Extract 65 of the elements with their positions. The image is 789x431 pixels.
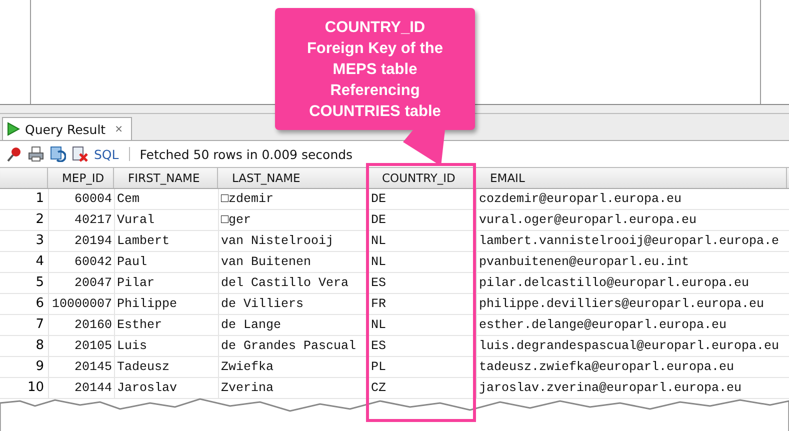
table-cell: esther.delange@europarl.europa.eu <box>476 315 787 335</box>
table-cell: Cem <box>114 189 218 209</box>
table-cell: 20144 <box>48 378 114 398</box>
table-cell: 20047 <box>48 273 114 293</box>
table-cell: Paul <box>114 252 218 272</box>
table-cell: DE <box>368 189 476 209</box>
refresh-icon[interactable] <box>50 146 66 162</box>
table-cell: ES <box>368 273 476 293</box>
table-cell: vural.oger@europarl.europa.eu <box>476 210 787 230</box>
table-cell: FR <box>368 294 476 314</box>
table-cell: jaroslav.zverina@europarl.europa.eu <box>476 378 787 398</box>
table-cell: Esther <box>114 315 218 335</box>
delete-icon[interactable] <box>72 146 88 162</box>
table-cell: ES <box>368 336 476 356</box>
table-cell: Vural <box>114 210 218 230</box>
table-cell: Zwiefka <box>218 357 368 377</box>
table-cell: 20194 <box>48 231 114 251</box>
table-cell: van Buitenen <box>218 252 368 272</box>
table-cell: cozdemir@europarl.europa.eu <box>476 189 787 209</box>
table-cell: de Lange <box>218 315 368 335</box>
pin-icon[interactable] <box>6 146 22 162</box>
table-cell: □zdemir <box>218 189 368 209</box>
table-cell: de Villiers <box>218 294 368 314</box>
table-cell: NL <box>368 231 476 251</box>
table-cell: de Grandes Pascual <box>218 336 368 356</box>
table-cell: Zverina <box>218 378 368 398</box>
table-cell: tadeusz.zwiefka@europarl.europa.eu <box>476 357 787 377</box>
table-cell: 10000007 <box>48 294 114 314</box>
table-cell: pvanbuitenen@europarl.eu.int <box>476 252 787 272</box>
table-cell: luis.degrandespascual@europarl.europa.eu <box>476 336 787 356</box>
table-cell: pilar.delcastillo@europarl.europa.eu <box>476 273 787 293</box>
table-cell: 20145 <box>48 357 114 377</box>
sql-link[interactable]: SQL <box>94 146 119 162</box>
table-cell: 20160 <box>48 315 114 335</box>
column-header[interactable]: EMAIL <box>476 168 787 188</box>
table-cell: Jaroslav <box>114 378 218 398</box>
status-text: Fetched 50 rows in 0.009 seconds <box>140 146 353 162</box>
table-cell: 60004 <box>48 189 114 209</box>
close-button[interactable]: × <box>114 124 123 134</box>
table-cell: del Castillo Vera <box>218 273 368 293</box>
table-cell: van Nistelrooij <box>218 231 368 251</box>
column-header[interactable]: COUNTRY_ID <box>368 168 476 188</box>
table-cell: Luis <box>114 336 218 356</box>
table-cell: lambert.vannistelrooij@europarl.europa.e <box>476 231 787 251</box>
table-cell: NL <box>368 315 476 335</box>
play-icon <box>7 122 20 136</box>
column-header[interactable]: MEP_ID <box>48 168 114 188</box>
table-cell: Lambert <box>114 231 218 251</box>
table-cell: DE <box>368 210 476 230</box>
table-cell: CZ <box>368 378 476 398</box>
table-cell: 20105 <box>48 336 114 356</box>
query-result-tab[interactable]: Query Result × <box>2 117 132 140</box>
callout: COUNTRY_ID Foreign Key of the MEPS table Referencing COUNTRIES table <box>275 8 475 130</box>
table-cell: Pilar <box>114 273 218 293</box>
table-cell: 40217 <box>48 210 114 230</box>
table-cell: 60042 <box>48 252 114 272</box>
table-cell: NL <box>368 252 476 272</box>
table-cell: PL <box>368 357 476 377</box>
table-cell: Tadeusz <box>114 357 218 377</box>
column-header[interactable]: LAST_NAME <box>218 168 368 188</box>
print-icon[interactable] <box>28 146 44 162</box>
column-header[interactable]: FIRST_NAME <box>114 168 218 188</box>
table-cell: □ger <box>218 210 368 230</box>
table-cell: Philippe <box>114 294 218 314</box>
table-cell: philippe.devilliers@europarl.europa.eu <box>476 294 787 314</box>
